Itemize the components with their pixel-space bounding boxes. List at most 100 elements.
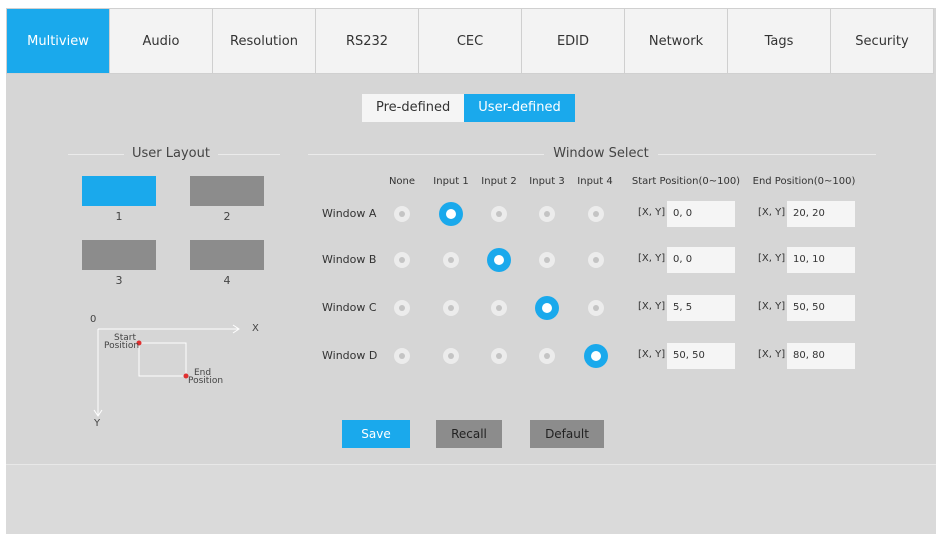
radio-input-1[interactable]: [443, 252, 459, 268]
layout-mode-toggle: Pre-defined User-defined: [362, 94, 575, 122]
window-row-label: Window C: [322, 301, 377, 314]
radio-input-4[interactable]: [588, 206, 604, 222]
radio-input-2[interactable]: [491, 348, 507, 364]
radio-input-3[interactable]: [539, 252, 555, 268]
radio-input-1[interactable]: [443, 300, 459, 316]
column-header-none: None: [388, 176, 416, 187]
coordinate-diagram: 0 X Y Start Position End Position: [88, 313, 268, 433]
layout-tile-1[interactable]: [82, 176, 156, 206]
radio-input-4[interactable]: [588, 252, 604, 268]
section-divider: [308, 154, 544, 155]
radio-input-3[interactable]: [535, 296, 559, 320]
window-row-label: Window D: [322, 349, 378, 362]
default-button[interactable]: Default: [530, 420, 604, 448]
radio-dot: [593, 211, 599, 217]
tab-tags[interactable]: Tags: [728, 9, 831, 73]
section-divider: [218, 154, 280, 155]
coordinate-axes: [93, 324, 240, 417]
radio-dot: [399, 353, 405, 359]
y-axis-label: Y: [94, 418, 101, 429]
radio-none[interactable]: [394, 300, 410, 316]
layout-tile-2[interactable]: [190, 176, 264, 206]
user-layout-title: User Layout: [132, 146, 210, 161]
tab-security[interactable]: Security: [831, 9, 933, 73]
start-xy-label: [X, Y]: [638, 253, 666, 264]
radio-input-1[interactable]: [443, 348, 459, 364]
start-xy-label: [X, Y]: [638, 301, 666, 312]
end-position-field[interactable]: [787, 201, 855, 227]
start-position-field[interactable]: [667, 295, 735, 321]
tab-audio[interactable]: Audio: [110, 9, 213, 73]
radio-dot: [448, 353, 454, 359]
start-position-field[interactable]: [667, 247, 735, 273]
layout-tile-4[interactable]: [190, 240, 264, 270]
radio-dot: [496, 211, 502, 217]
radio-dot: [399, 211, 405, 217]
userdefined-button[interactable]: User-defined: [464, 94, 575, 122]
recall-button[interactable]: Recall: [436, 420, 502, 448]
column-header-input-3: Input 3: [529, 176, 565, 187]
radio-dot: [591, 351, 601, 361]
radio-dot: [593, 257, 599, 263]
radio-dot: [399, 257, 405, 263]
tab-multiview[interactable]: Multiview: [7, 9, 110, 73]
column-header-input-2: Input 2: [481, 176, 517, 187]
predefined-button[interactable]: Pre-defined: [362, 94, 465, 122]
radio-input-3[interactable]: [539, 348, 555, 364]
origin-label: 0: [90, 314, 97, 325]
radio-dot: [496, 353, 502, 359]
radio-dot: [544, 353, 550, 359]
radio-input-2[interactable]: [491, 206, 507, 222]
radio-input-2[interactable]: [487, 248, 511, 272]
radio-none[interactable]: [394, 348, 410, 364]
tab-network[interactable]: Network: [625, 9, 728, 73]
radio-input-4[interactable]: [584, 344, 608, 368]
start-xy-label: [X, Y]: [638, 349, 666, 360]
start-position-field[interactable]: [667, 343, 735, 369]
radio-none[interactable]: [394, 206, 410, 222]
end-position-label: Position: [188, 376, 224, 386]
radio-dot: [542, 303, 552, 313]
tab-rs232[interactable]: RS232: [316, 9, 419, 73]
footer-area: [6, 465, 936, 534]
save-button[interactable]: Save: [342, 420, 410, 448]
column-header-end-position: End Position(0~100): [752, 176, 856, 187]
radio-dot: [448, 305, 454, 311]
end-position-field[interactable]: [787, 343, 855, 369]
window-row-label: Window B: [322, 253, 377, 266]
end-position-field[interactable]: [787, 295, 855, 321]
end-xy-label: [X, Y]: [758, 301, 786, 312]
column-header-input-1: Input 1: [433, 176, 469, 187]
start-position-field[interactable]: [667, 201, 735, 227]
column-header-input-4: Input 4: [577, 176, 613, 187]
radio-input-1[interactable]: [439, 202, 463, 226]
radio-dot: [399, 305, 405, 311]
end-xy-label: [X, Y]: [758, 349, 786, 360]
radio-dot: [544, 257, 550, 263]
multiview-panel: Multiview Audio Resolution RS232 CEC EDI…: [6, 8, 936, 534]
radio-input-3[interactable]: [539, 206, 555, 222]
tab-bar: Multiview Audio Resolution RS232 CEC EDI…: [6, 8, 934, 74]
radio-input-4[interactable]: [588, 300, 604, 316]
end-position-field[interactable]: [787, 247, 855, 273]
tab-edid[interactable]: EDID: [522, 9, 625, 73]
section-divider: [658, 154, 876, 155]
start-xy-label: [X, Y]: [638, 207, 666, 218]
tab-cec[interactable]: CEC: [419, 9, 522, 73]
radio-dot: [494, 255, 504, 265]
radio-input-2[interactable]: [491, 300, 507, 316]
window-row-label: Window A: [322, 207, 377, 220]
window-select-title: Window Select: [553, 146, 649, 161]
layout-tile-label: 1: [115, 210, 123, 223]
tab-resolution[interactable]: Resolution: [213, 9, 316, 73]
layout-tile-label: 3: [115, 274, 123, 287]
radio-none[interactable]: [394, 252, 410, 268]
radio-dot: [496, 305, 502, 311]
layout-tile-3[interactable]: [82, 240, 156, 270]
radio-dot: [593, 305, 599, 311]
end-xy-label: [X, Y]: [758, 253, 786, 264]
layout-tile-label: 2: [223, 210, 231, 223]
layout-tile-label: 4: [223, 274, 231, 287]
radio-dot: [446, 209, 456, 219]
start-position-label: Position: [104, 341, 140, 351]
